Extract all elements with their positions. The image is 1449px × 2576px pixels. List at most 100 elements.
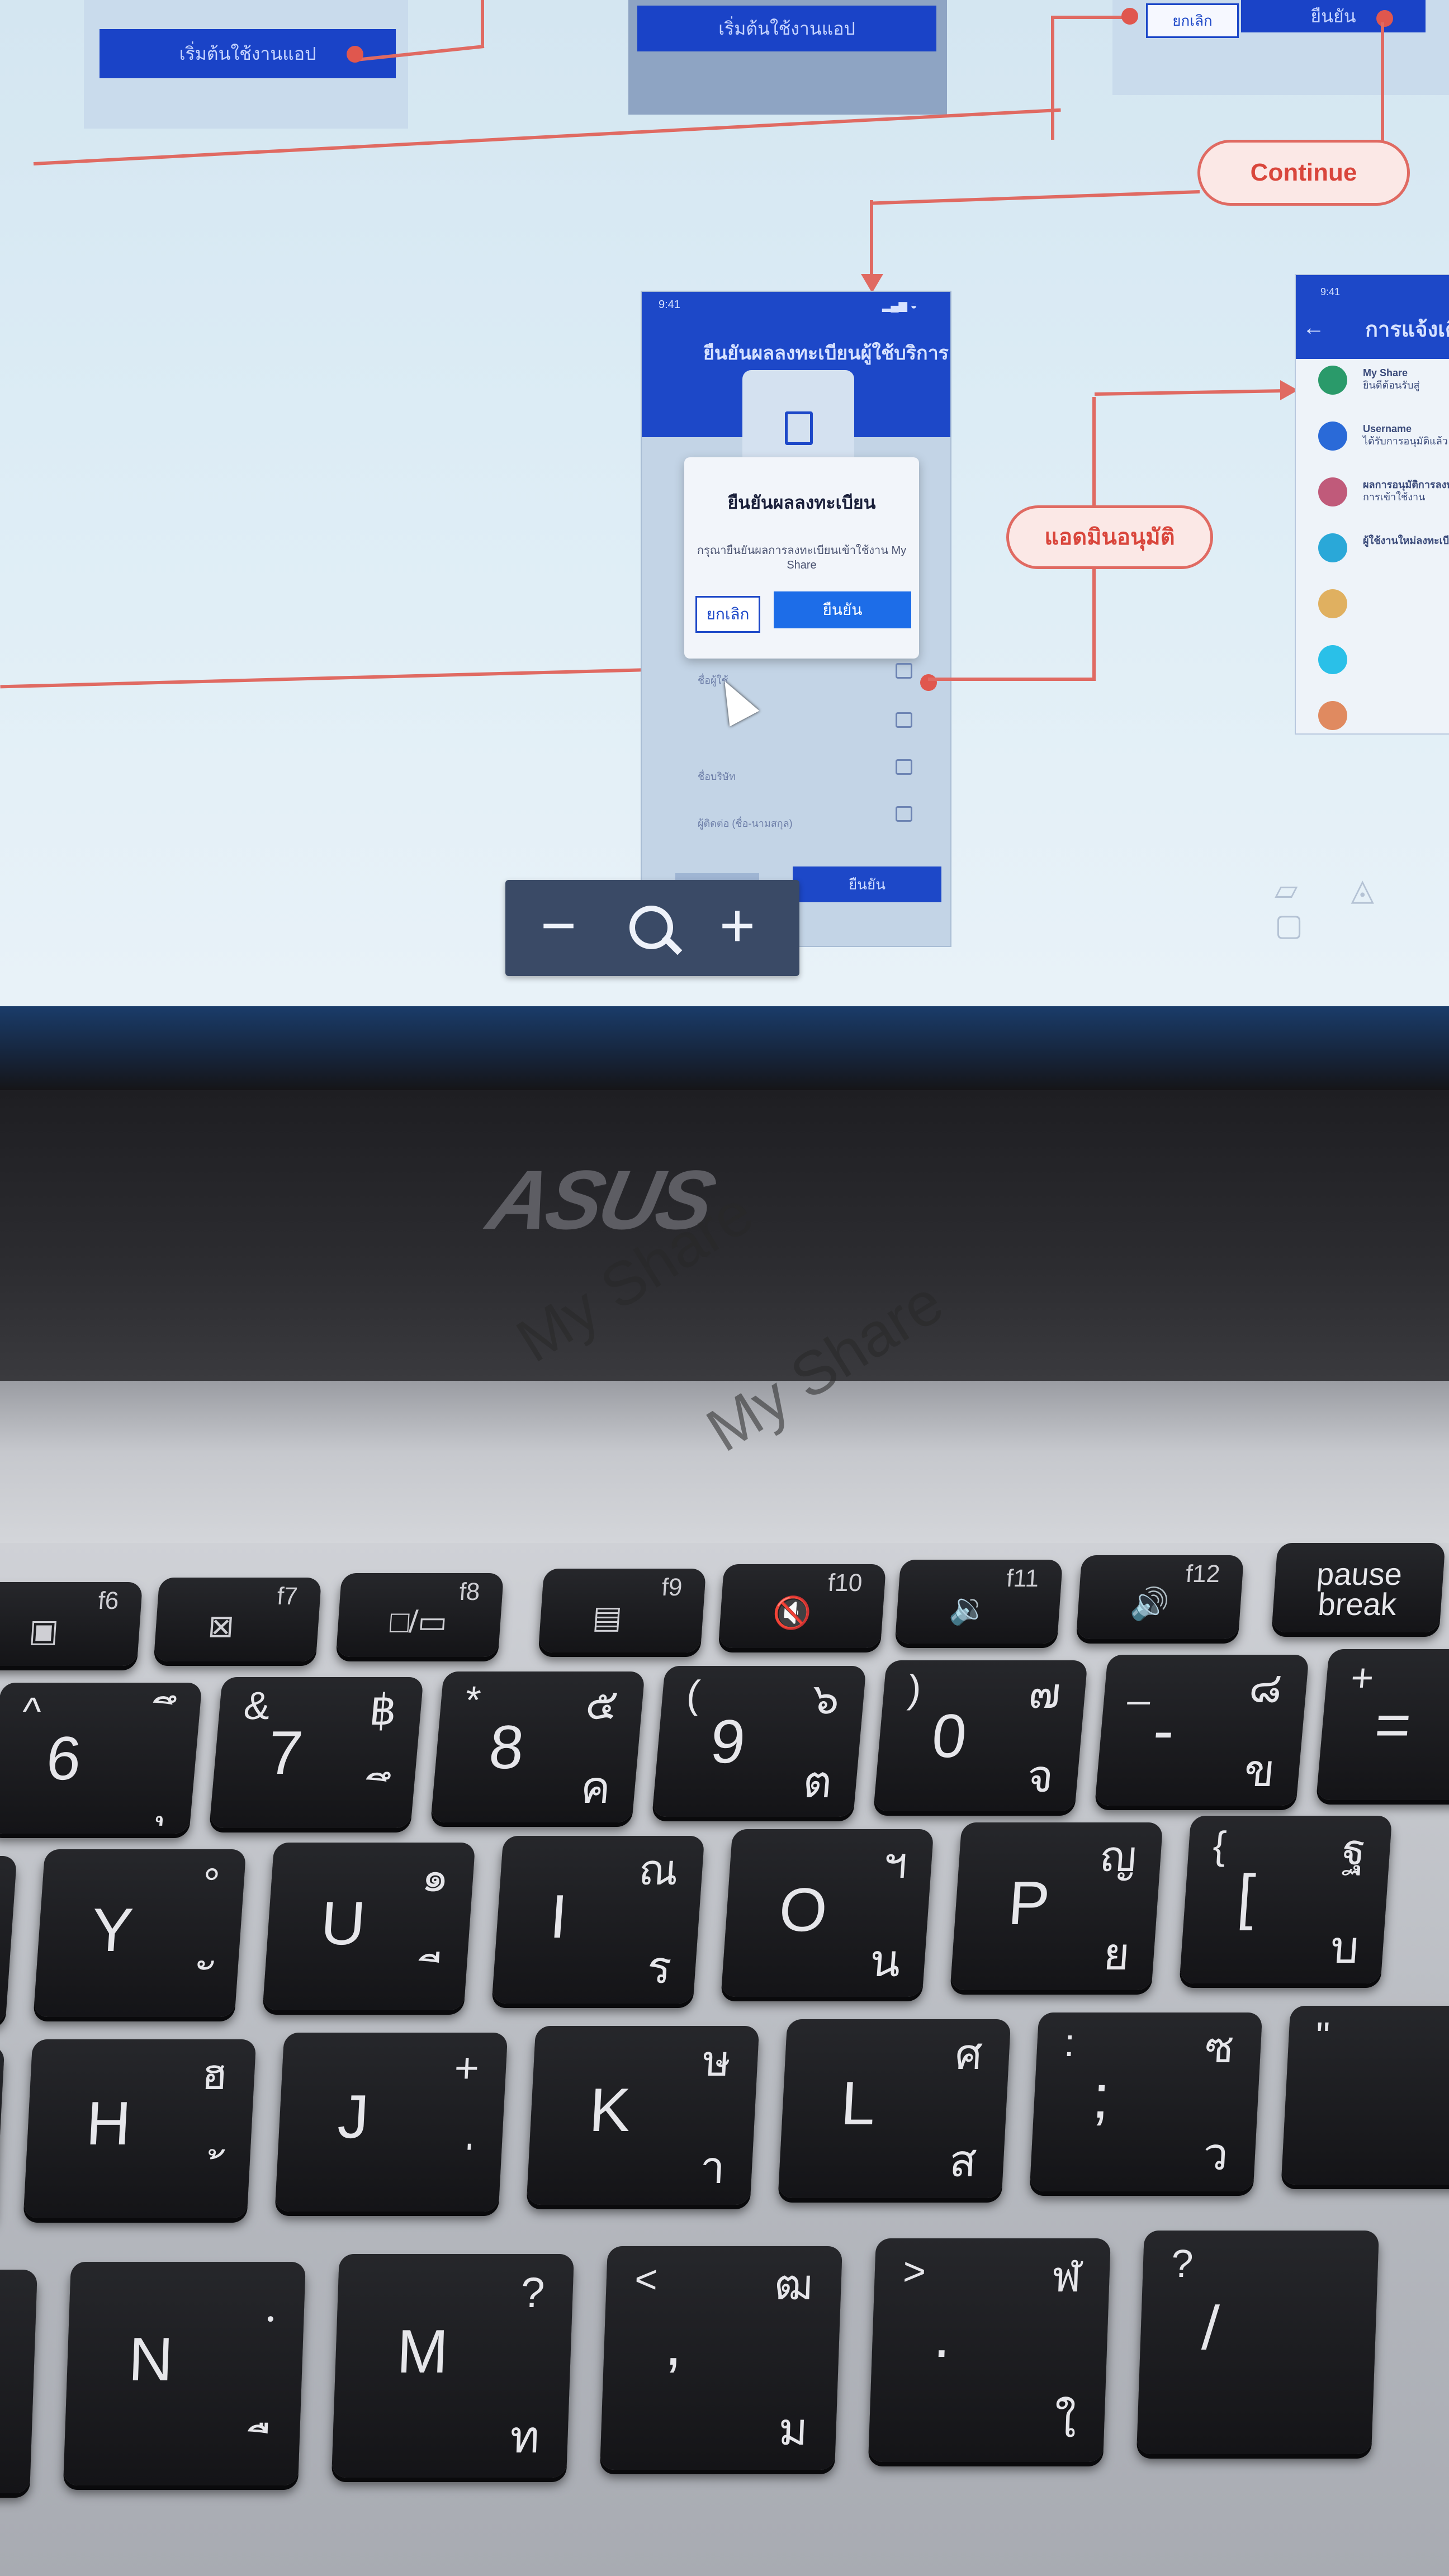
key-legend: (: [685, 1673, 702, 1717]
notification-item[interactable]: ผลการอนุมัติการลงทะเบียนการเข้าใช้งาน: [1363, 479, 1449, 503]
key-k[interactable]: ษ K า: [526, 2026, 760, 2205]
key-y[interactable]: ° Yั: [33, 1849, 247, 2017]
notification-title: ผู้ใช้งานใหม่ลงทะเบียน: [1363, 535, 1449, 546]
key-p[interactable]: ญPย: [950, 1822, 1163, 1990]
key-sym[interactable]: _ ๘ - ข: [1095, 1655, 1309, 1806]
status-time: 9:41: [1320, 286, 1341, 297]
key-legend: ": [1314, 2014, 1331, 2058]
key-0[interactable]: ) ๗ 0 จ: [873, 1660, 1088, 1811]
key-legend: *: [463, 1678, 483, 1722]
key-legend: <: [633, 2257, 659, 2301]
back-arrow-icon[interactable]: ←: [1303, 315, 1325, 340]
key-i[interactable]: ณ I ร: [491, 1836, 705, 2004]
notification-item[interactable]: ผู้ใช้งานใหม่ลงทะเบียน: [1363, 534, 1449, 547]
key-8[interactable]: * ๕ 8 ค: [430, 1671, 645, 1822]
key-legend: ุ: [165, 1774, 171, 1824]
key-legend: ษ: [701, 2037, 732, 2085]
notification-item[interactable]: Username ได้รับการอนุมัติแล้ว: [1363, 423, 1448, 447]
key-legend: f7: [276, 1583, 299, 1610]
key-legend: ,: [664, 2309, 684, 2378]
key-sym[interactable]: < ฒ, ม: [600, 2246, 842, 2470]
key-legend: °: [201, 1860, 221, 1907]
key-j[interactable]: + J่: [274, 2033, 508, 2212]
key-legend: ื: [270, 2420, 272, 2470]
edit-icon[interactable]: [896, 806, 912, 822]
edit-icon[interactable]: [896, 712, 912, 728]
list-item[interactable]: ผู้ติดต่อ (ชื่อ-นามสกุล): [698, 815, 793, 831]
key-legend: ท: [509, 2412, 541, 2462]
notification-item[interactable]: My Share ยินดีต้อนรับสู่: [1363, 367, 1419, 391]
key-legend: ๑: [420, 1853, 451, 1901]
key-legend: า: [698, 2143, 727, 2193]
key-o[interactable]: ฯ Oน: [721, 1829, 934, 1997]
key-n[interactable]: ฺ Nื: [63, 2262, 306, 2485]
footer-confirm-button[interactable]: ยืนยัน: [793, 866, 941, 902]
key-legend: 9: [708, 1707, 749, 1776]
key-legend: [: [1235, 1862, 1257, 1931]
notification-avatar: [1318, 477, 1347, 506]
key-sym[interactable]: + =: [1316, 1649, 1449, 1800]
key-legend: +: [453, 2044, 481, 2092]
key-9[interactable]: (๖ 9 ต: [652, 1666, 866, 1817]
key[interactable]: ": [1281, 2006, 1449, 2185]
key-7[interactable]: & ฿ 7ึ: [209, 1677, 424, 1828]
key-legend: ส: [948, 2136, 978, 2186]
flow-connector: [1051, 16, 1124, 19]
key-legend: ⊠: [206, 1608, 236, 1644]
notification-text: การเข้าใช้งาน: [1363, 491, 1426, 503]
function-key-f9[interactable]: f9 ▤: [538, 1569, 707, 1652]
notification-text: ยินดีต้อนรับสู่: [1363, 380, 1420, 391]
dialog-confirm-button[interactable]: ยืนยัน: [774, 591, 911, 628]
key-legend: {: [1211, 1824, 1228, 1867]
function-key-f11[interactable]: f11 🔉: [894, 1560, 1063, 1644]
key-legend: ฮ: [200, 2051, 229, 2099]
top-right-cancel-button[interactable]: ยกเลิก: [1146, 3, 1239, 38]
center-phone-mockup: 9:41 ▂▄▆ ◒ ยืนยันผลลงทะเบียนผู้ใช้บริการ…: [641, 291, 951, 947]
flow-connector: [870, 200, 873, 284]
key-h[interactable]: ฮ H้: [23, 2039, 257, 2218]
key-legend: ): [906, 1667, 924, 1711]
edit-icon[interactable]: [896, 663, 912, 679]
key-legend: ?: [1170, 2242, 1194, 2285]
key-u[interactable]: ๑ Uี: [262, 1843, 476, 2010]
notification-avatar: [1318, 422, 1347, 451]
key-sym[interactable]: : ซ; ว: [1029, 2012, 1263, 2191]
function-key-f6[interactable]: f6 ▣: [0, 1582, 143, 1666]
top-right-confirm-button[interactable]: ยืนยัน: [1241, 0, 1426, 32]
key-m[interactable]: ? M ท: [332, 2254, 574, 2478]
key-legend: □/▭: [389, 1604, 449, 1639]
edit-icon[interactable]: [896, 759, 912, 775]
zoom-out-button[interactable]: −: [528, 895, 589, 956]
status-time: 9:41: [659, 299, 680, 311]
laptop-screen: เริ่มต้นใช้งานแอป เริ่มต้นใช้งานแอป ยกเล…: [0, 0, 1449, 1040]
key-legend: &: [242, 1684, 272, 1728]
status-icons: ▂▄▆ ◒: [882, 300, 917, 312]
key-l[interactable]: ศ L ส: [778, 2019, 1011, 2198]
top-middle-start-button[interactable]: เริ่มต้นใช้งานแอป: [637, 6, 936, 51]
key-sym[interactable]: {ฐ [บ: [1179, 1816, 1393, 1983]
key-sym[interactable]: ? /: [1137, 2231, 1379, 2454]
key-6[interactable]: ^ึ 6ุ: [0, 1683, 202, 1834]
function-key-f7[interactable]: f7 ⊠: [153, 1578, 322, 1661]
notification-title: ผลการอนุมัติการลงทะเบียน: [1363, 479, 1449, 490]
key-legend: ฐ: [1341, 1826, 1367, 1874]
list-item[interactable]: ชื่อบริษัท: [698, 768, 736, 784]
notification-avatar: [1318, 701, 1347, 730]
key-legend: 8: [486, 1713, 527, 1782]
function-key-f8[interactable]: f8 □/▭: [335, 1573, 504, 1657]
function-key-f10[interactable]: f10 🔇: [718, 1564, 887, 1648]
key-legend: ^: [21, 1689, 43, 1734]
key-legend: :: [1063, 2021, 1077, 2065]
key-legend: 🔉: [948, 1590, 989, 1626]
key-legend: pause: [1315, 1556, 1404, 1592]
key-legend: P: [1006, 1869, 1052, 1938]
key-legend: 🔊: [1129, 1586, 1171, 1621]
zoom-in-button[interactable]: +: [707, 895, 768, 956]
dialog-cancel-button[interactable]: ยกเลิก: [695, 596, 760, 633]
key-legend: -: [1150, 1696, 1177, 1765]
key-sym[interactable]: > ฬ. ใ: [868, 2238, 1111, 2462]
function-key-f12[interactable]: f12 🔊: [1076, 1555, 1244, 1639]
key-legend: ึ: [173, 1692, 178, 1740]
pause-break-key[interactable]: pause break: [1271, 1543, 1446, 1632]
notification-avatar: [1318, 645, 1347, 674]
